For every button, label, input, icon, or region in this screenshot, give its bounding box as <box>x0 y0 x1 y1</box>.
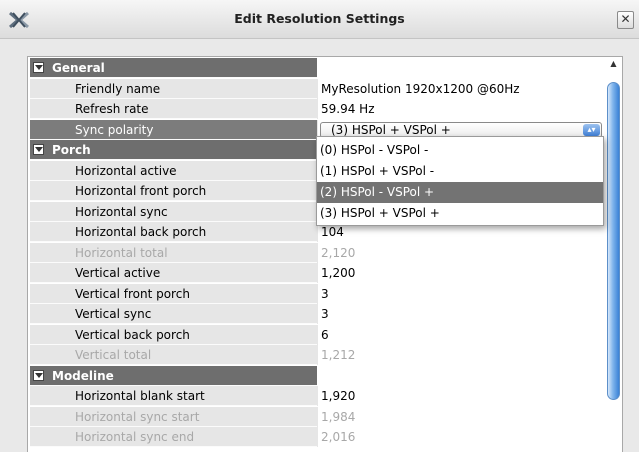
property-value[interactable]: 6 <box>317 324 604 345</box>
property-row: Horizontal total 2,120 <box>30 242 604 264</box>
dropdown-option[interactable]: (0) HSPol - VSPol - <box>317 140 603 161</box>
property-label: Horizontal total <box>30 242 317 263</box>
dropdown-option[interactable]: (3) HSPol + VSPol + <box>317 203 603 224</box>
property-label: Sync polarity <box>30 119 317 140</box>
properties-panel: General Friendly name MyResolution 1920x… <box>27 56 623 452</box>
property-row: Horizontal sync start 1,984 <box>30 406 604 428</box>
refresh-rate-value[interactable]: 59.94 Hz <box>317 99 604 119</box>
property-label: Refresh rate <box>30 99 317 119</box>
section-general[interactable]: General <box>30 58 604 79</box>
property-value: 1,920 <box>317 386 604 406</box>
property-row-refresh-rate[interactable]: Refresh rate 59.94 Hz <box>30 99 604 120</box>
section-label: General <box>52 61 105 75</box>
property-value: 2,120 <box>317 242 604 263</box>
collapse-toggle-icon[interactable] <box>33 62 44 73</box>
property-value[interactable]: 3 <box>317 304 604 324</box>
property-row: Horizontal sync end 2,016 <box>30 427 604 448</box>
property-row: Vertical total 1,212 <box>30 345 604 366</box>
property-label: Horizontal front porch <box>30 181 317 201</box>
friendly-name-value[interactable]: MyResolution 1920x1200 @60Hz <box>317 78 604 99</box>
property-value: 1,984 <box>317 406 604 427</box>
select-value: (3) HSPol + VSPol + <box>331 122 451 137</box>
title-bar: Edit Resolution Settings ✕ <box>0 0 639 39</box>
property-row[interactable]: Vertical back porch 6 <box>30 324 604 346</box>
section-label: Modeline <box>52 368 114 383</box>
property-label: Horizontal blank start <box>30 386 317 406</box>
section-label: Porch <box>52 143 91 157</box>
sync-polarity-dropdown[interactable]: (0) HSPol - VSPol - (1) HSPol + VSPol - … <box>316 136 604 226</box>
collapse-toggle-icon[interactable] <box>33 144 44 155</box>
property-label: Horizontal active <box>30 160 317 181</box>
property-label: Vertical back porch <box>30 324 317 345</box>
property-label: Vertical active <box>30 263 317 283</box>
property-label: Friendly name <box>30 78 317 99</box>
property-row[interactable]: Vertical active 1,200 <box>30 263 604 284</box>
property-value[interactable]: 1,200 <box>317 263 604 283</box>
dropdown-option[interactable]: (1) HSPol + VSPol - <box>317 161 603 182</box>
property-label: Horizontal sync end <box>30 427 317 447</box>
property-row-friendly-name[interactable]: Friendly name MyResolution 1920x1200 @60… <box>30 78 604 100</box>
close-button[interactable]: ✕ <box>617 11 634 29</box>
close-icon: ✕ <box>620 12 631 26</box>
section-modeline[interactable]: Modeline <box>30 365 604 387</box>
property-row[interactable]: Vertical sync 3 <box>30 304 604 325</box>
property-value: 2,016 <box>317 427 604 447</box>
property-grid: General Friendly name MyResolution 1920x… <box>30 58 604 448</box>
property-label: Vertical front porch <box>30 283 317 304</box>
property-value: 1,212 <box>317 345 604 365</box>
window-title: Edit Resolution Settings <box>234 11 405 26</box>
property-row[interactable]: Vertical front porch 3 <box>30 283 604 305</box>
property-label: Vertical sync <box>30 304 317 324</box>
select-arrows-icon[interactable]: ▴▾ <box>583 123 600 136</box>
property-label: Vertical total <box>30 345 317 365</box>
property-label: Horizontal sync start <box>30 406 317 427</box>
collapse-toggle-icon[interactable] <box>33 369 44 381</box>
property-value[interactable]: 3 <box>317 283 604 304</box>
scroll-up-arrow-icon[interactable]: ▲ <box>609 59 618 69</box>
vertical-scrollbar[interactable] <box>607 82 620 400</box>
property-row: Horizontal blank start 1,920 <box>30 386 604 407</box>
dropdown-option-highlighted[interactable]: (2) HSPol - VSPol + <box>317 182 603 203</box>
property-label: Horizontal back porch <box>30 222 317 242</box>
property-label: Horizontal sync <box>30 201 317 222</box>
